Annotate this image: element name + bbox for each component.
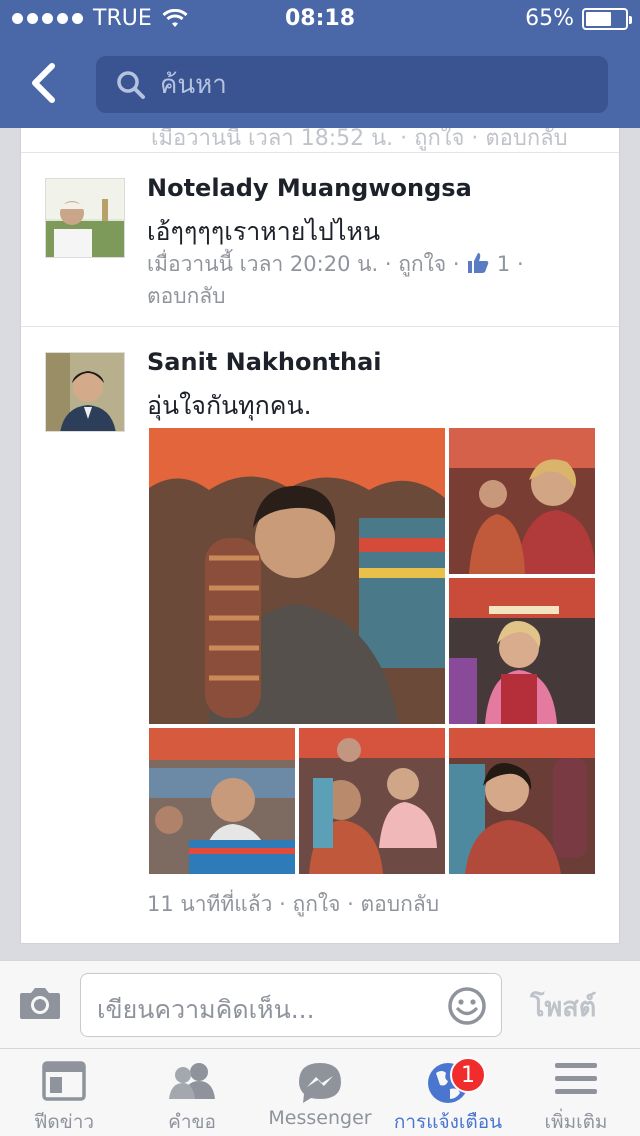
comment-composer: เขียนความคิดเห็น... โพสต์ bbox=[0, 960, 640, 1048]
comment-input-placeholder: เขียนความคิดเห็น... bbox=[97, 995, 315, 1024]
collage-photo[interactable] bbox=[149, 728, 295, 874]
like-thumb-icon bbox=[468, 253, 489, 273]
tab-label: ฟีดข่าว bbox=[33, 1111, 95, 1133]
tab-notifications[interactable]: 1 การแจ้งเตือน bbox=[384, 1049, 512, 1136]
tab-label: Messenger bbox=[268, 1107, 372, 1129]
tab-label: คำขอ bbox=[168, 1111, 216, 1133]
status-bar: TRUE 08:18 65% bbox=[0, 0, 640, 40]
menu-icon bbox=[555, 1063, 597, 1094]
messenger-icon bbox=[299, 1063, 341, 1103]
notification-badge: 1 bbox=[450, 1057, 486, 1093]
tab-label: การแจ้งเตือน bbox=[393, 1111, 503, 1133]
comment-text: อุ่นใจกันทุกคน. bbox=[147, 391, 312, 420]
bottom-tab-bar: ฟีดข่าว คำขอ Messenger 1 การแจ้งเตือน เพ… bbox=[0, 1048, 640, 1136]
tab-news-feed[interactable]: ฟีดข่าว bbox=[0, 1049, 128, 1136]
collage-photo[interactable] bbox=[449, 428, 595, 574]
like-link[interactable]: ถูกใจ bbox=[398, 252, 446, 276]
reply-link[interactable]: ตอบกลับ bbox=[361, 892, 440, 916]
comment-meta: เมื่อวานนี้ เวลา 20:20 น. · ถูกใจ · 1 · bbox=[147, 252, 524, 276]
comment-item: Sanit Nakhonthai อุ่นใจกันทุกคน. 11 นาที… bbox=[21, 326, 619, 942]
search-placeholder: ค้นหา bbox=[160, 70, 227, 100]
comment-meta: 11 นาทีที่แล้ว · ถูกใจ · ตอบกลับ bbox=[147, 892, 440, 916]
chevron-left-icon bbox=[32, 63, 55, 103]
tab-requests[interactable]: คำขอ bbox=[128, 1049, 256, 1136]
avatar-photo bbox=[46, 179, 124, 257]
comment-timestamp: 11 นาทีที่แล้ว bbox=[147, 892, 273, 916]
previous-comment-meta: เมื่อวานนี้ เวลา 18:52 น. · ถูกใจ · ตอบก… bbox=[151, 128, 568, 151]
camera-icon bbox=[20, 988, 60, 1019]
comment-timestamp: เมื่อวานนี้ เวลา 20:20 น. bbox=[147, 252, 379, 276]
comment-item: Notelady Muangwongsa เอ้ๆๆๆๆเราหายไปไหน … bbox=[21, 152, 619, 326]
avatar[interactable] bbox=[45, 352, 125, 432]
photo-collage[interactable] bbox=[149, 428, 595, 874]
camera-button[interactable] bbox=[18, 985, 62, 1025]
reply-link[interactable]: ตอบกลับ bbox=[147, 280, 226, 312]
news-feed-icon bbox=[42, 1061, 86, 1101]
comment-author[interactable]: Sanit Nakhonthai bbox=[147, 348, 382, 376]
search-bar[interactable]: ค้นหา bbox=[96, 56, 608, 113]
comment-author[interactable]: Notelady Muangwongsa bbox=[147, 174, 472, 202]
friend-requests-icon bbox=[169, 1063, 215, 1099]
top-header: TRUE 08:18 65% ค้นหา bbox=[0, 0, 640, 128]
like-link[interactable]: ถูกใจ bbox=[292, 892, 340, 916]
like-count: 1 bbox=[496, 252, 511, 276]
emoji-button[interactable] bbox=[447, 986, 487, 1030]
emoji-icon bbox=[448, 987, 486, 1025]
comment-text: เอ้ๆๆๆๆเราหายไปไหน bbox=[147, 217, 381, 246]
avatar[interactable] bbox=[45, 178, 125, 258]
back-button[interactable] bbox=[28, 62, 68, 106]
tab-label: เพิ่มเติม bbox=[544, 1111, 608, 1133]
collage-photo[interactable] bbox=[449, 578, 595, 724]
post-button[interactable]: โพสต์ bbox=[530, 985, 596, 1028]
comments-list: เมื่อวานนี้ เวลา 18:52 น. · ถูกใจ · ตอบก… bbox=[20, 128, 620, 944]
battery-icon bbox=[582, 7, 632, 30]
comment-input[interactable]: เขียนความคิดเห็น... bbox=[80, 973, 502, 1037]
collage-photo[interactable] bbox=[449, 728, 595, 874]
tab-more[interactable]: เพิ่มเติม bbox=[512, 1049, 640, 1136]
avatar-photo bbox=[46, 353, 124, 431]
battery-percentage: 65% bbox=[525, 6, 574, 31]
collage-photo[interactable] bbox=[299, 728, 445, 874]
collage-photo[interactable] bbox=[149, 428, 445, 724]
search-icon bbox=[117, 70, 145, 99]
tab-messenger[interactable]: Messenger bbox=[256, 1049, 384, 1136]
